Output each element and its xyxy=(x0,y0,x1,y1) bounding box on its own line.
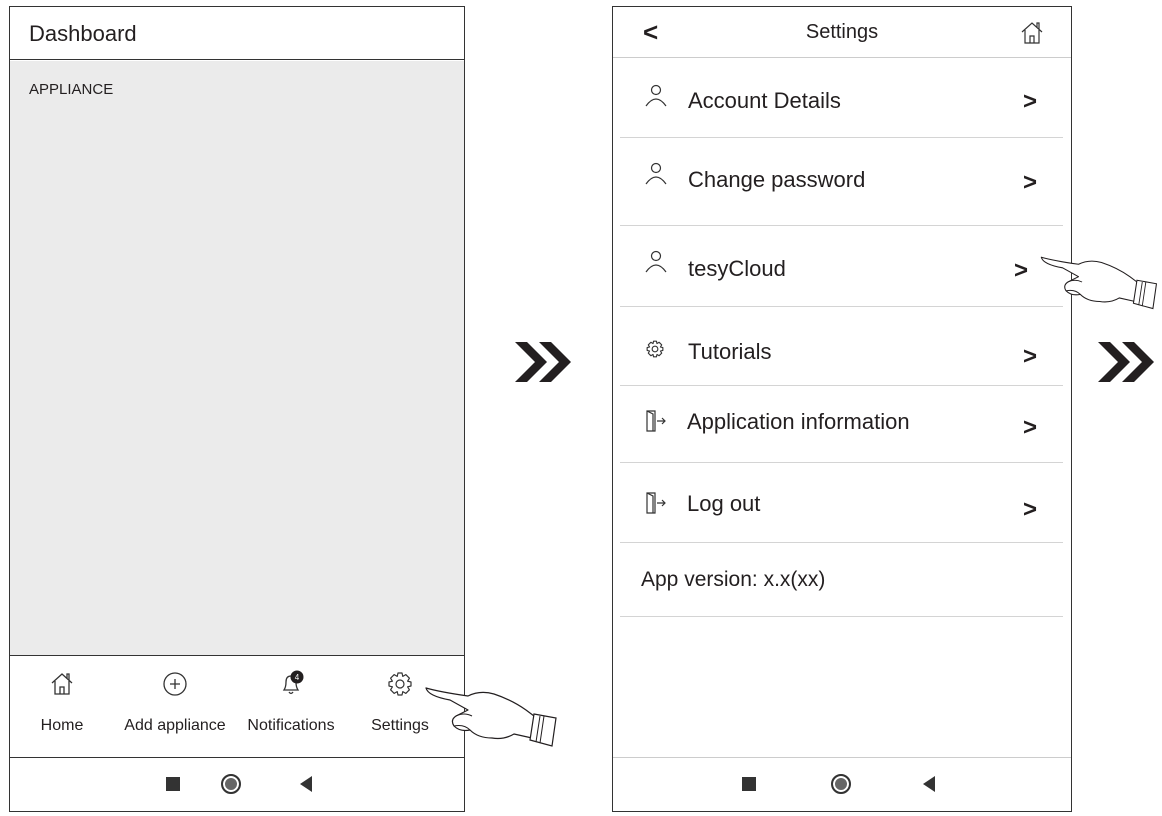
settings-item-log-out[interactable]: Log out > xyxy=(620,463,1063,543)
tab-label: Add appliance xyxy=(124,717,226,734)
settings-item-label: Tutorials xyxy=(688,339,772,364)
app-version: App version: x.x(xx) xyxy=(641,568,826,591)
notification-badge: 4 xyxy=(295,673,300,682)
chevron-right-icon: > xyxy=(1022,169,1037,196)
home-system-button[interactable] xyxy=(221,774,241,794)
settings-item-application-information[interactable]: Application information > xyxy=(620,386,1063,463)
tab-add-appliance[interactable]: Add appliance xyxy=(115,656,235,757)
settings-screen: < Settings Account Details > Change pass… xyxy=(612,6,1072,812)
plus-circle-icon xyxy=(163,672,187,696)
chevron-right-icon: > xyxy=(1022,343,1037,370)
chevron-right-icon: > xyxy=(1022,88,1037,115)
bell-icon: 4 xyxy=(282,670,304,695)
user-icon xyxy=(645,250,667,273)
settings-item-change-password[interactable]: Change password > xyxy=(620,138,1063,226)
recents-button[interactable] xyxy=(166,777,180,791)
page-title: Settings xyxy=(805,21,879,43)
settings-item-tutorials[interactable]: Tutorials > xyxy=(620,307,1063,386)
gear-icon xyxy=(388,672,412,696)
settings-item-label: Application information xyxy=(687,409,910,434)
back-system-button[interactable] xyxy=(923,776,935,792)
back-system-button[interactable] xyxy=(300,776,312,792)
tab-home[interactable]: Home xyxy=(2,656,122,757)
home-system-button[interactable] xyxy=(831,774,851,794)
exit-door-icon xyxy=(646,410,666,432)
tab-label: Notifications xyxy=(247,717,335,734)
divider xyxy=(620,616,1063,617)
user-icon xyxy=(645,162,667,185)
settings-header: < Settings xyxy=(613,7,1071,58)
dashboard-screen: Dashboard APPLIANCE Home Add appliance 4… xyxy=(9,6,465,812)
section-label: APPLIANCE xyxy=(29,81,114,98)
tab-label: Home xyxy=(40,717,84,734)
settings-item-account-details[interactable]: Account Details > xyxy=(620,58,1063,138)
pointing-hand-icon xyxy=(425,687,557,747)
user-icon xyxy=(645,84,667,107)
recents-button[interactable] xyxy=(742,777,756,791)
settings-item-tesycloud[interactable]: tesyCloud > xyxy=(620,226,1063,307)
gear-icon xyxy=(646,340,664,358)
settings-item-label: Log out xyxy=(687,491,761,516)
system-nav-bar xyxy=(613,756,1071,811)
appliance-area: APPLIANCE xyxy=(10,61,464,656)
settings-item-label: tesyCloud xyxy=(688,256,786,281)
system-nav-bar xyxy=(10,756,464,811)
chevron-right-icon: > xyxy=(1022,496,1037,523)
settings-item-label: Account Details xyxy=(688,88,841,113)
chevron-right-icon: > xyxy=(1013,257,1028,284)
pointing-hand-icon xyxy=(1040,256,1158,310)
chevron-right-icon: > xyxy=(1022,414,1037,441)
double-chevron-right-icon xyxy=(1098,342,1154,382)
double-chevron-right-icon xyxy=(515,342,571,382)
tab-notifications[interactable]: 4 Notifications xyxy=(231,656,351,757)
settings-item-label: Change password xyxy=(688,167,866,192)
home-icon xyxy=(51,673,73,695)
home-icon[interactable] xyxy=(1019,20,1045,46)
exit-door-icon xyxy=(646,492,666,514)
bottom-tab-bar: Home Add appliance 4 Notifications Setti… xyxy=(10,656,464,758)
page-title: Dashboard xyxy=(10,7,464,60)
